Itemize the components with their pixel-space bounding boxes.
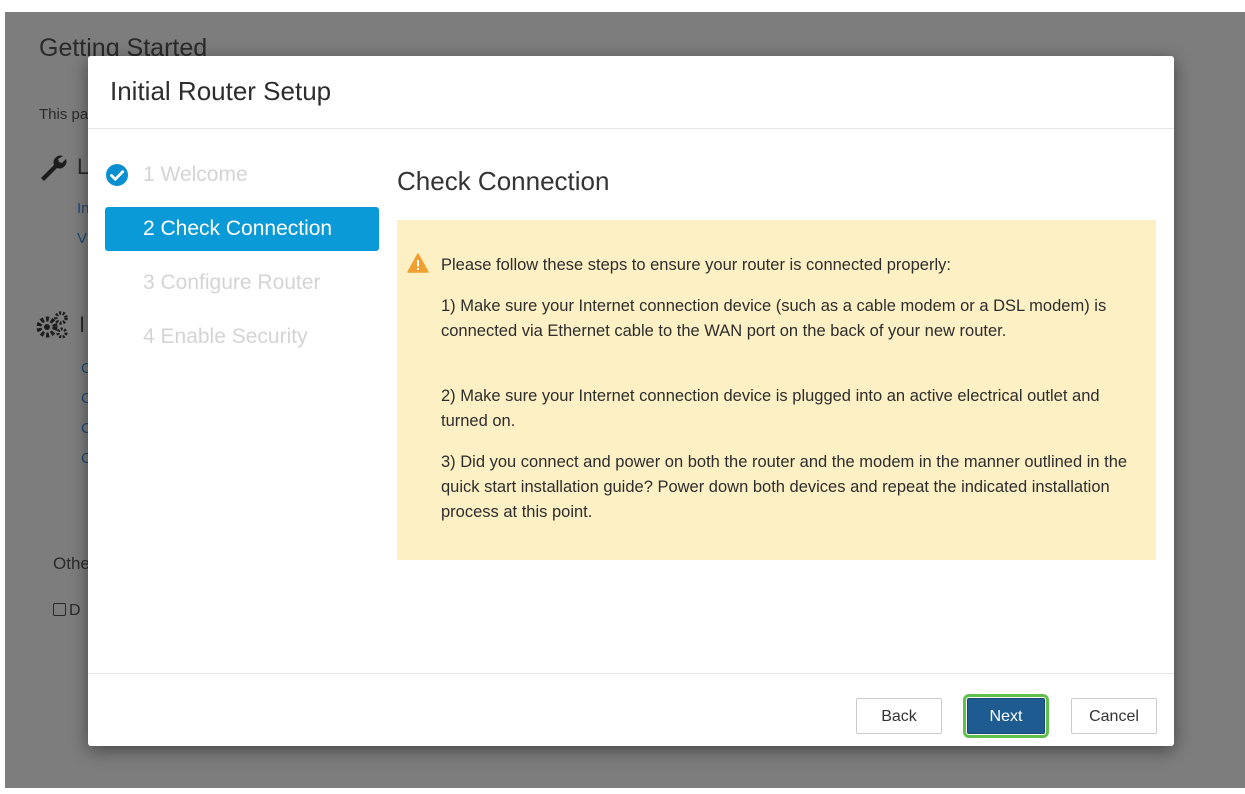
content-title: Check Connection [397,166,610,196]
alert-item-1: 1) Make sure your Internet connection de… [441,297,1107,340]
warning-icon [407,253,429,273]
step-label: 1 Welcome [143,163,248,186]
alert-intro: Please follow these steps to ensure your… [441,256,951,274]
initial-router-setup-dialog: Initial Router Setup 1 Welcome 2 Check C… [88,56,1174,746]
step-welcome[interactable]: 1 Welcome [105,153,379,197]
back-button[interactable]: Back [856,698,942,734]
checkbox-label: D [69,602,81,619]
warning-alert: Please follow these steps to ensure your… [397,220,1156,560]
step-label: 4 Enable Security [143,325,308,348]
step-enable-security[interactable]: 4 Enable Security [105,315,379,359]
gears-icon [36,311,68,339]
section1-link[interactable]: V [77,230,87,247]
wrench-icon [41,155,67,181]
alert-item-3: 3) Did you connect and power on both the… [441,453,1128,521]
section-heading-2: I [79,312,86,337]
step-check-connection[interactable]: 2 Check Connection [105,207,379,251]
next-button[interactable]: Next [967,698,1045,734]
alert-item-2: 2) Make sure your Internet connection de… [441,387,1100,430]
dialog-footer: Back Next Cancel [88,673,1174,747]
cancel-button[interactable]: Cancel [1071,698,1157,734]
page-description: This pa [39,106,89,123]
other-label: Othe [53,554,90,573]
step-label: 3 Configure Router [143,271,321,294]
check-circle-icon [106,164,128,186]
wizard-steps: 1 Welcome 2 Check Connection 3 Configure… [105,153,379,369]
step-configure-router[interactable]: 3 Configure Router [105,261,379,305]
step-label: 2 Check Connection [143,217,333,240]
background-checkbox[interactable]: D [53,602,81,620]
dialog-title: Initial Router Setup [110,76,332,106]
checkbox-box[interactable] [53,603,66,616]
dialog-header: Initial Router Setup [88,56,1174,129]
